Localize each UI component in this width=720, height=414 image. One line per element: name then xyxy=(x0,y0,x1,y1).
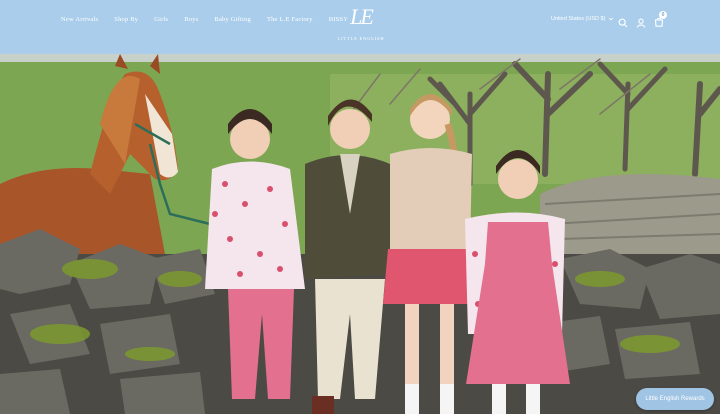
region-selector[interactable]: United States (USD $) xyxy=(551,16,614,22)
nav-le-factory[interactable]: The L.E Factory xyxy=(267,16,313,23)
search-icon[interactable] xyxy=(618,18,628,28)
cart-count-badge: 0 xyxy=(659,11,667,19)
region-label: United States (USD $) xyxy=(551,16,606,22)
nav-shop-by[interactable]: Shop By xyxy=(114,16,138,23)
hero-image xyxy=(0,54,720,414)
site-logo[interactable]: LE LITTLE ENGLISH xyxy=(337,2,385,46)
chevron-down-icon xyxy=(609,17,614,21)
account-icon[interactable] xyxy=(636,18,646,28)
rewards-button[interactable]: Little English Rewards xyxy=(636,388,714,410)
cart-button[interactable]: 0 xyxy=(654,11,667,32)
site-header: New Arrivals Shop By Girls Boys Baby Gif… xyxy=(0,0,720,54)
nav-boys[interactable]: Boys xyxy=(184,16,198,23)
nav-new-arrivals[interactable]: New Arrivals xyxy=(61,16,98,23)
nav-girls[interactable]: Girls xyxy=(154,16,168,23)
nav-baby-gifting[interactable]: Baby Gifting xyxy=(214,16,251,23)
header-icons: 0 xyxy=(618,11,667,32)
logo-text: LITTLE ENGLISH xyxy=(337,36,385,41)
hero-banner[interactable] xyxy=(0,54,720,414)
main-nav: New Arrivals Shop By Girls Boys Baby Gif… xyxy=(61,16,364,23)
logo-mark: LE xyxy=(350,4,374,29)
